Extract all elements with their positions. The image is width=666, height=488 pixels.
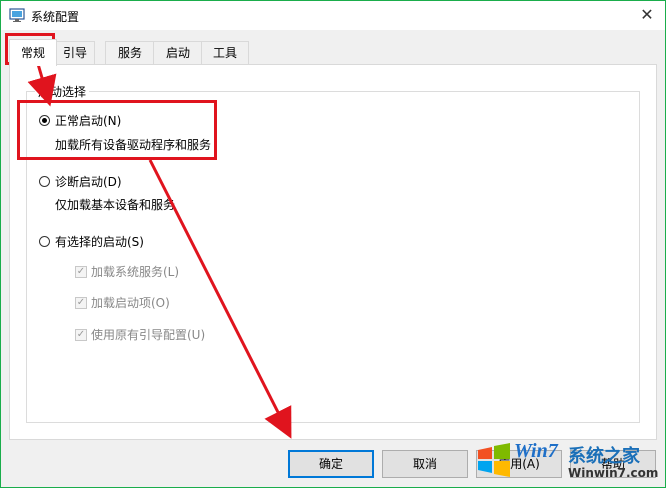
watermark-w7: Win7: [514, 440, 558, 462]
check-icon: ✓: [75, 328, 87, 341]
windows-logo-icon: [478, 443, 510, 477]
system-config-icon: [9, 8, 25, 22]
tab-general[interactable]: 常规: [9, 39, 57, 66]
tab-startup[interactable]: 启动: [153, 41, 203, 64]
ok-button[interactable]: 确定: [288, 450, 374, 478]
check-icon: ✓: [75, 265, 87, 278]
cancel-button[interactable]: 取消: [382, 450, 468, 478]
load-system-services-label: 加载系统服务(L): [91, 265, 180, 279]
close-icon: ✕: [640, 5, 654, 24]
use-original-boot-config-checkbox[interactable]: ✓ 使用原有引导配置(U): [75, 326, 205, 343]
radio-indicator: [39, 235, 50, 247]
system-config-window: 系统配置 ✕ 常规 引导 服务 启动 工具 启动选择 正常启动(N) 加载所有设…: [0, 0, 666, 488]
watermark: Win7 系统之家 Winwin7.com: [474, 436, 664, 486]
diagnostic-startup-label: 诊断启动(D): [55, 174, 122, 189]
load-startup-items-checkbox[interactable]: ✓ 加载启动项(O): [75, 294, 170, 311]
radio-indicator: [39, 175, 50, 187]
tab-tools[interactable]: 工具: [201, 41, 249, 64]
load-startup-items-label: 加载启动项(O): [91, 296, 170, 310]
selective-startup-radio[interactable]: 有选择的启动(S): [39, 232, 144, 250]
check-icon: ✓: [75, 296, 87, 309]
group-label: 启动选择: [35, 83, 90, 100]
tab-boot[interactable]: 引导: [55, 41, 95, 64]
diagnostic-startup-radio[interactable]: 诊断启动(D): [39, 172, 122, 190]
title-bar: 系统配置 ✕: [1, 1, 665, 30]
watermark-url: Winwin7.com: [568, 466, 659, 480]
load-system-services-checkbox[interactable]: ✓ 加载系统服务(L): [75, 263, 179, 280]
tab-services[interactable]: 服务: [105, 41, 155, 64]
close-button[interactable]: ✕: [637, 5, 657, 25]
watermark-text: 系统之家: [568, 446, 640, 467]
window-title: 系统配置: [31, 10, 80, 24]
selective-startup-label: 有选择的启动(S): [55, 234, 144, 249]
annotation-box-normal-startup: [17, 100, 217, 160]
use-original-boot-config-label: 使用原有引导配置(U): [91, 328, 206, 342]
diagnostic-startup-desc: 仅加载基本设备和服务: [55, 198, 176, 212]
